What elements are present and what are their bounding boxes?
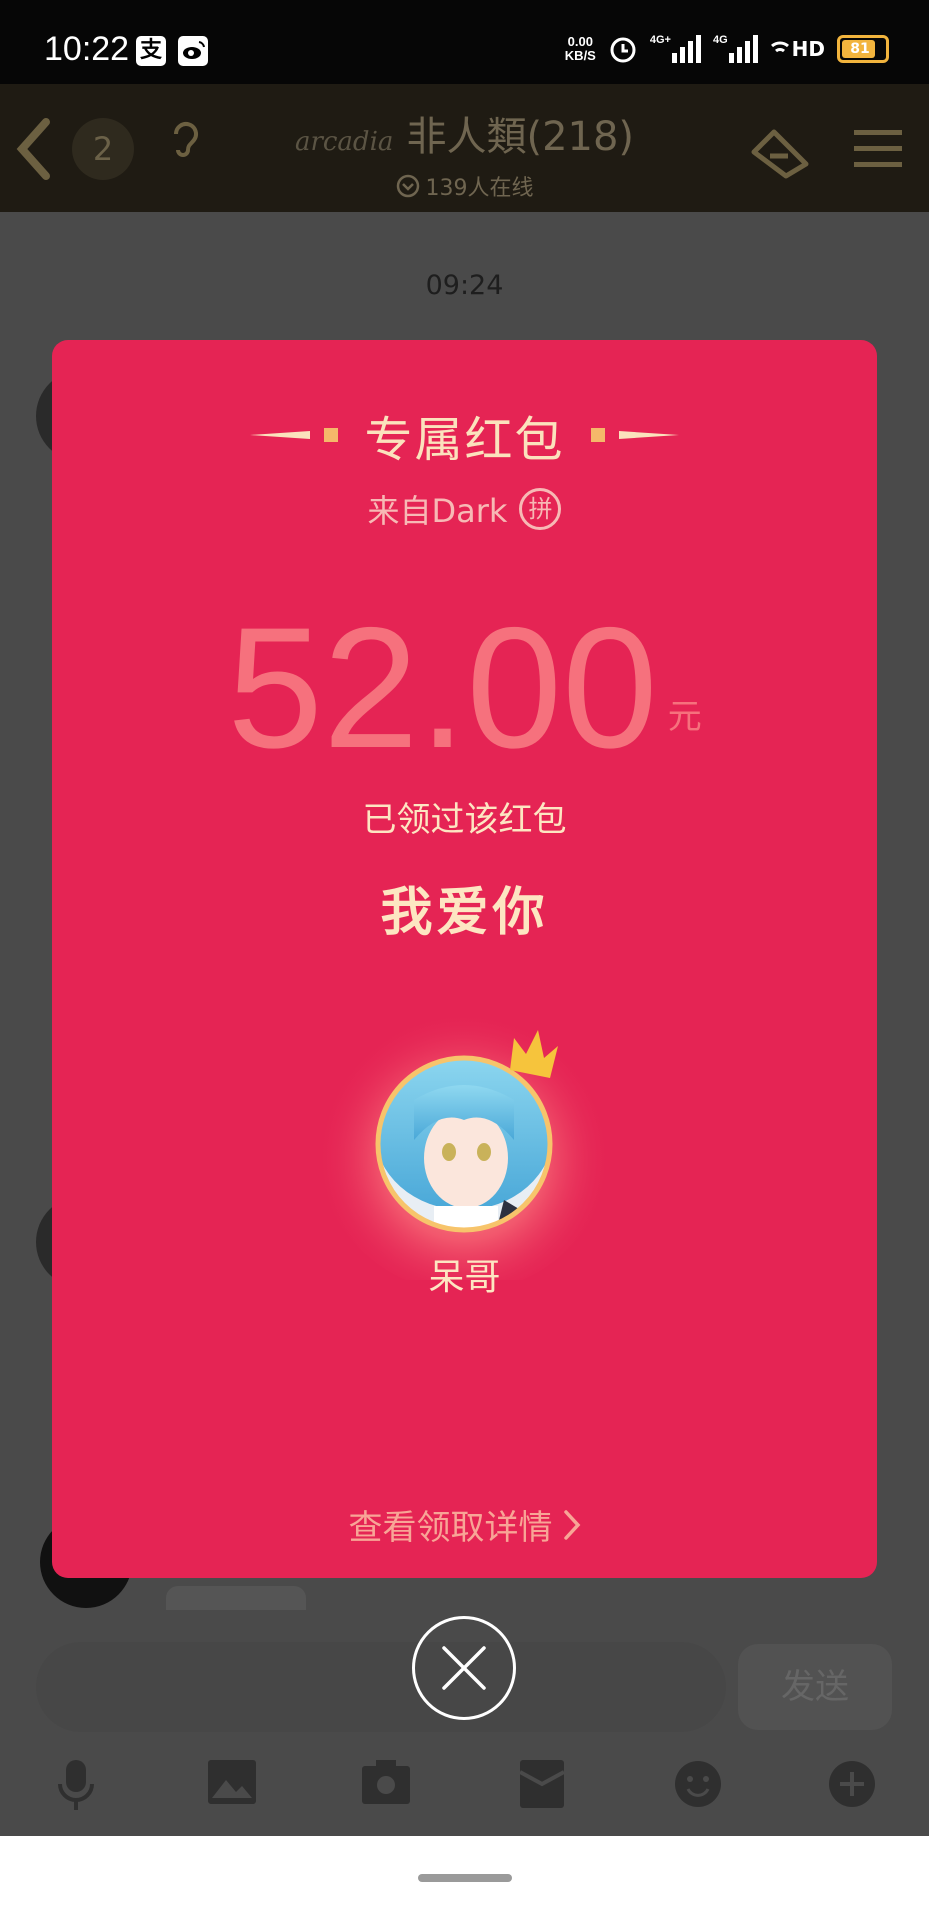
red-packet-header: 专属红包 xyxy=(52,400,877,470)
hd-voice: HD xyxy=(770,37,825,61)
red-packet-title: 专属红包 xyxy=(364,412,565,468)
chat-timestamp: 09:24 xyxy=(425,270,504,301)
signal-icon xyxy=(728,35,758,63)
sim2-signal: 4G xyxy=(713,35,758,63)
chat-header: 2 arcadia 非人類(218) 139人在线 xyxy=(0,84,929,212)
group-prefix: arcadia xyxy=(294,127,394,157)
red-packet-from: 来自Dark xyxy=(367,492,508,530)
camera-icon[interactable] xyxy=(362,1760,410,1804)
home-indicator[interactable] xyxy=(418,1874,512,1882)
alarm-icon xyxy=(610,37,636,63)
status-bar: 10:22 支 0.00 KB/S 4G+ 4G HD 81 xyxy=(0,0,929,84)
group-title: 非人類(218) xyxy=(406,114,635,160)
sender-avatar[interactable] xyxy=(314,980,614,1292)
sim1-signal: 4G+ xyxy=(650,35,701,63)
battery-icon: 81 xyxy=(837,35,889,63)
title-ornament-left xyxy=(250,428,339,442)
net-speed: 0.00 KB/S xyxy=(564,34,596,63)
amount-row: 52.00 元 xyxy=(52,602,877,774)
close-button[interactable] xyxy=(412,1616,516,1720)
claim-status: 已领过该红包 xyxy=(362,800,567,840)
send-button[interactable]: 发送 xyxy=(738,1644,892,1730)
ticket-icon[interactable] xyxy=(748,126,812,182)
sticker-message[interactable] xyxy=(166,1586,306,1610)
system-nav-bar xyxy=(0,1836,929,1920)
sender-avatar-area xyxy=(314,980,614,1292)
image-icon[interactable] xyxy=(208,1760,256,1804)
status-icons: 0.00 KB/S 4G+ 4G HD 81 xyxy=(565,34,889,64)
emoji-icon[interactable] xyxy=(674,1760,722,1808)
view-details-link[interactable]: 查看领取详情 xyxy=(52,1500,877,1549)
red-packet-sender-line: 来自Dark 拼 xyxy=(52,486,877,532)
red-envelope-icon[interactable] xyxy=(520,1760,564,1808)
weibo-icon xyxy=(178,36,208,66)
close-icon xyxy=(442,1646,486,1690)
alipay-icon: 支 xyxy=(136,36,166,66)
online-chevron-icon xyxy=(396,174,419,198)
signal-icon xyxy=(671,35,701,63)
sender-name: 呆哥 xyxy=(428,1257,501,1298)
plus-icon[interactable] xyxy=(828,1760,876,1808)
red-packet-message: 我爱你 xyxy=(380,883,549,943)
chat-toolbar xyxy=(0,1750,929,1824)
pin-icon: 拼 xyxy=(519,488,562,530)
message-input[interactable] xyxy=(36,1642,726,1732)
red-packet-amount: 52.00 xyxy=(227,592,658,784)
currency-unit: 元 xyxy=(667,697,702,737)
red-packet-card: 专属红包 来自Dark 拼 52.00 元 已领过该红包 我爱你 呆哥 查看领取… xyxy=(52,340,877,1578)
wifi-icon xyxy=(770,41,789,53)
status-time: 10:22 xyxy=(44,30,130,68)
mic-icon[interactable] xyxy=(56,1760,96,1810)
chevron-right-icon xyxy=(563,1509,580,1540)
menu-icon[interactable] xyxy=(854,128,902,170)
title-ornament-right xyxy=(590,428,679,442)
